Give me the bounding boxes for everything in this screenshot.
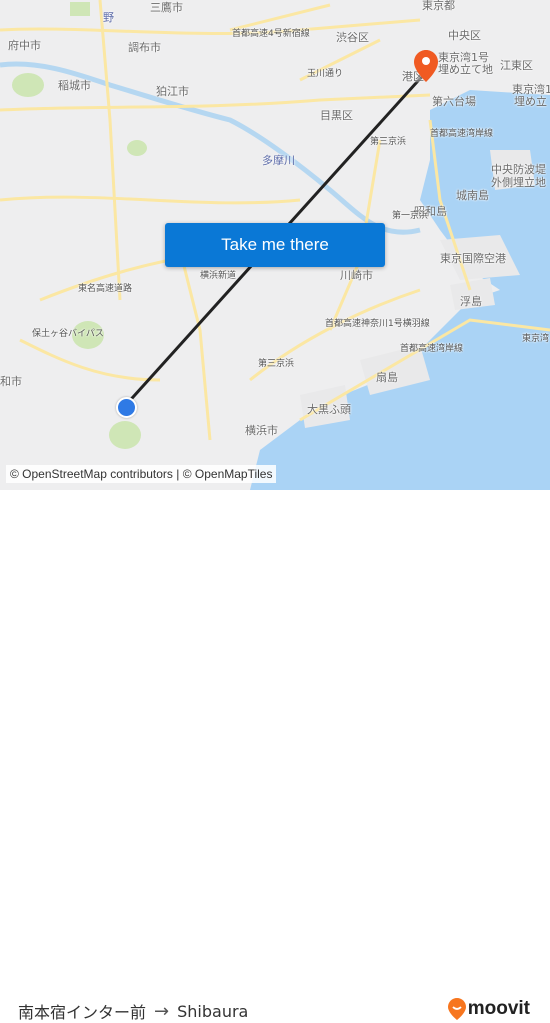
map-label-road: 首都高速神奈川1号横羽線 [325,319,430,329]
map-label-place: 城南島 [456,189,489,202]
map-label-place: 大黒ふ頭 [307,403,351,416]
map-label-place: 渋谷区 [336,31,369,44]
map-label-place: 調布市 [128,41,161,54]
take-me-there-button[interactable]: Take me there [165,223,385,267]
route-summary: 南本宿インター前 → Shibaura [18,999,248,1023]
map-label-place: 川崎市 [340,269,373,282]
map-label-road: 東京湾 [522,334,550,344]
footer: 南本宿インター前 → Shibaura moovit [0,490,550,1022]
map-label-place: 東京都 [422,0,455,12]
map-label-place: 中央防波堤 [491,163,546,176]
map-label-place: 三鷹市 [150,1,183,14]
origin-name: 南本宿インター前 [18,1003,147,1022]
map-label-place: 埋め立て地 [438,63,493,76]
map-label-road: 保土ヶ谷バイパス [32,329,104,339]
map-label-place: 目黒区 [320,109,353,122]
map-label-road: 玉川通り [307,69,344,79]
map-label-road: 横浜新道 [200,271,237,281]
destination-name: Shibaura [177,1001,249,1021]
map-label-place: 扇島 [376,371,398,384]
arrow-right-icon: → [154,1000,170,1022]
park [127,140,147,156]
map-label-place: 狛江市 [156,85,189,98]
map-label-road: 首都高速湾岸線 [400,344,464,354]
map-label-water: 多摩川 [262,154,295,167]
map-label-place: 外側埋立地 [491,176,546,189]
moovit-pin-icon [447,998,466,1020]
map-label-place: 中央区 [448,29,481,42]
map-attribution[interactable]: © OpenStreetMap contributors | © OpenMap… [6,465,277,483]
map-label-road: 首都高速湾岸線 [430,129,494,139]
map-label-road: 首都高速4号新宿線 [232,29,310,39]
map-label-place: 府中市 [8,39,41,52]
map-label-road: 東名高速道路 [78,284,133,294]
map-label-place: 東京国際空港 [440,252,506,265]
origin-marker[interactable] [116,397,137,418]
map-label-road: 第三京浜 [258,359,295,369]
map-label-place: 東京湾1号 [438,51,489,64]
map-label-road: 第三京浜 [370,137,407,147]
map-label-water: 野 [103,11,114,24]
map-label-place: 浮島 [460,295,482,308]
map-label-place: 江東区 [500,59,533,72]
map-label-place: 第六台場 [432,95,476,108]
moovit-logo[interactable]: moovit [447,998,530,1020]
map-label-place: 横浜市 [245,424,278,437]
map-label-place: 稲城市 [58,79,91,92]
park [12,73,44,97]
map-label-road: 第一京浜 [392,211,429,221]
park [70,2,90,16]
park [109,421,141,449]
map[interactable]: 三鷹市 東京都 府中市 調布市 渋谷区 中央区 東京湾1号 埋め立て地 江東区 港区 東京湾1 埋め立… [0,0,550,490]
map-label-place: 埋め立 [514,95,547,108]
map-label-place: 和市 [0,375,22,388]
brand-name: moovit [467,998,530,1019]
map-label-place: 東京湾1 [512,83,550,96]
